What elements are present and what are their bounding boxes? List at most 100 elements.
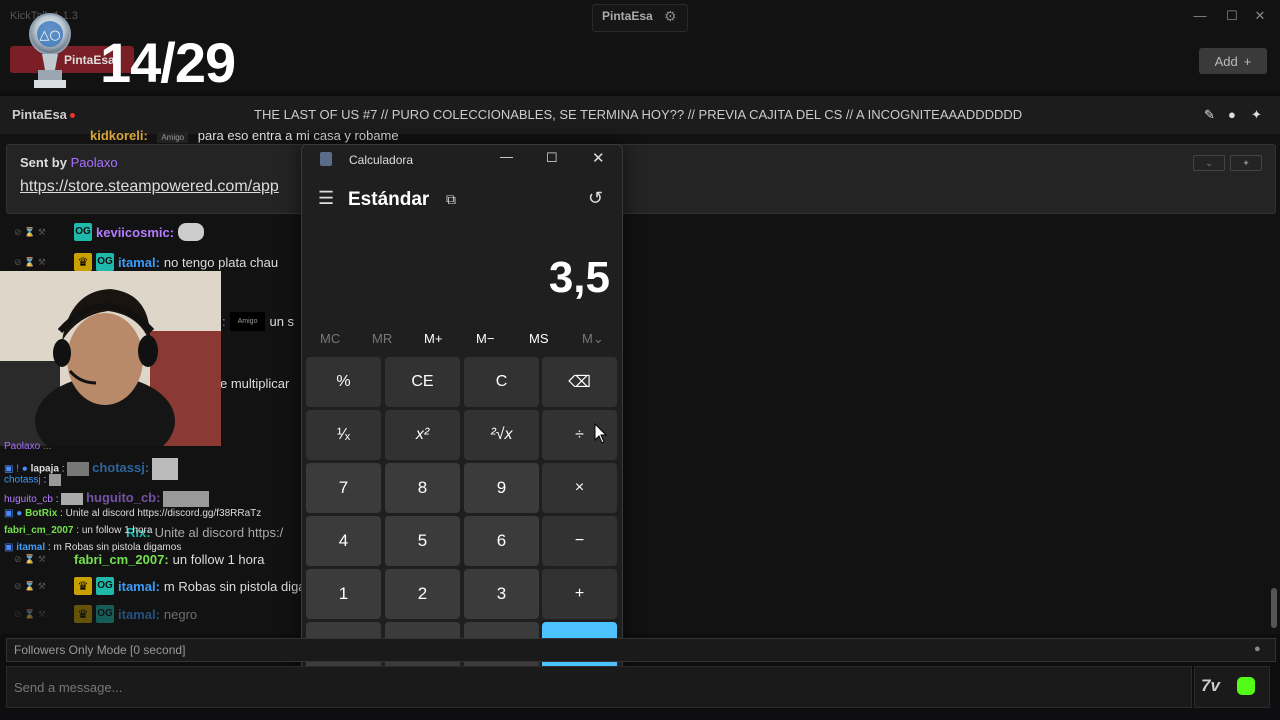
minimize-button[interactable]: — <box>500 149 513 164</box>
overlay-chat: Paolaxo ... ▣ ! ● lapaja : chotassj: cho… <box>0 441 300 557</box>
multiply-button[interactable]: × <box>542 463 617 513</box>
maximize-button[interactable]: ☐ <box>1222 8 1242 24</box>
mod-actions[interactable]: ⊘ ⌛ ⚒ <box>14 227 70 238</box>
overlay-chat-line: chotassj : <box>4 474 62 486</box>
add-button[interactable]: + <box>542 569 617 619</box>
user-icon[interactable]: ● <box>1228 107 1236 122</box>
followers-only-mode: Followers Only Mode [0 second] <box>14 643 186 657</box>
maximize-button[interactable]: ☐ <box>546 150 558 166</box>
digit-9-button[interactable]: 9 <box>464 463 539 513</box>
chat-text: m Robas sin pistola diga <box>163 578 306 594</box>
crown-badge: ♛ <box>74 605 92 623</box>
digit-7-button[interactable]: 7 <box>306 463 381 513</box>
crown-badge: ♛ <box>74 577 92 595</box>
live-indicator <box>70 113 75 118</box>
plus-icon: + <box>1243 53 1252 69</box>
memory-list-button[interactable]: M⌄ <box>582 331 604 347</box>
emote-icon <box>61 493 84 506</box>
calculator-mode: Estándar <box>348 189 430 210</box>
kick-emote-icon[interactable] <box>1237 677 1255 695</box>
overlay-chat-line: huguito_cb : huguito_cb: <box>4 490 210 508</box>
reciprocal-button[interactable]: ¹⁄ₓ <box>306 410 381 460</box>
chat-message: ⊘ ⌛ ⚒ ♛ OG itamal: no tengo plata chau <box>14 253 278 271</box>
digit-6-button[interactable]: 6 <box>464 516 539 566</box>
digit-5-button[interactable]: 5 <box>385 516 460 566</box>
chat-username[interactable]: itamal: <box>118 579 160 594</box>
message-input[interactable] <box>12 672 1186 702</box>
memory-clear-button[interactable]: MC <box>320 331 340 346</box>
chat-username[interactable]: itamal: <box>118 607 160 622</box>
chat-message: e multiplicar <box>220 376 289 391</box>
emote-icon <box>67 462 90 476</box>
7tv-emote-icon[interactable]: 7v <box>1201 676 1220 696</box>
digit-2-button[interactable]: 2 <box>385 569 460 619</box>
history-icon[interactable]: ↺ <box>588 188 603 209</box>
amigo-badge: Amigo <box>157 132 189 143</box>
digit-4-button[interactable]: 4 <box>306 516 381 566</box>
amigo-badge: Amigo <box>229 312 266 331</box>
mod-actions[interactable]: ⊘ ⌛ ⚒ <box>14 257 70 268</box>
info-icon[interactable]: ● <box>1254 643 1261 655</box>
add-button[interactable]: Add + <box>1199 48 1267 74</box>
chat-message: kidkoreli: Amigo para eso entra a mi cas… <box>90 128 399 143</box>
minimize-button[interactable]: — <box>1190 8 1210 24</box>
chat-message: ⊘ ⌛ ⚒ OG keviicosmic: <box>14 223 205 241</box>
hamburger-menu-icon[interactable]: ☰ <box>318 188 334 209</box>
overlay-chat-line: ▣ itamal : m Robas sin pistola digamos <box>4 542 182 553</box>
clear-entry-button[interactable]: CE <box>385 357 460 407</box>
gear-icon[interactable]: ⚙ <box>664 8 677 25</box>
close-button[interactable]: ✕ <box>592 149 605 167</box>
calculator-display: 3,5 <box>548 253 610 302</box>
emote-icon <box>163 491 210 508</box>
digit-1-button[interactable]: 1 <box>306 569 381 619</box>
chat-text: no tengo plata chau <box>163 254 279 270</box>
keep-on-top-icon[interactable]: ⧉ <box>446 191 456 208</box>
chat-message: : Amigo un s <box>222 312 295 331</box>
digit-8-button[interactable]: 8 <box>385 463 460 513</box>
memory-store-button[interactable]: MS <box>529 331 549 346</box>
calculator-window: Calculadora — ☐ ✕ ☰ Estándar ⧉ ↺ 3,5 MC … <box>301 144 623 676</box>
subtract-button[interactable]: − <box>542 516 617 566</box>
og-badge: OG <box>96 577 114 595</box>
clear-button[interactable]: C <box>464 357 539 407</box>
chat-mode-bar <box>6 638 1276 662</box>
square-root-button[interactable]: ²√x <box>464 410 539 460</box>
pushpin-icon[interactable]: ✦ <box>1251 107 1262 123</box>
chat-username[interactable]: itamal: <box>118 255 160 270</box>
chat-message: ⊘ ⌛ ⚒ ♛ OG itamal: negro <box>14 605 197 623</box>
overlay-chat-line: ▣ ● BotRix : Unite al discord https://di… <box>4 508 262 519</box>
chat-text: negro <box>163 606 198 622</box>
overlay-chat-line: Paolaxo ... <box>4 441 52 452</box>
unpin-icon[interactable]: ✦ <box>1230 155 1262 171</box>
percent-button[interactable]: % <box>306 357 381 407</box>
chat-text: un s <box>269 314 295 329</box>
webcam-feed <box>0 271 221 446</box>
trophy-counter: 14/29 <box>100 31 236 94</box>
pinned-link[interactable]: https://store.steampowered.com/app <box>20 178 279 196</box>
close-button[interactable]: ✕ <box>1250 8 1270 24</box>
memory-subtract-button[interactable]: M− <box>476 331 494 346</box>
emote-icon <box>49 474 62 486</box>
chevron-down-icon[interactable]: ⌄ <box>1193 155 1225 171</box>
memory-recall-button[interactable]: MR <box>372 331 392 346</box>
pinned-sender: Sent by Paolaxo <box>20 155 118 170</box>
memory-add-button[interactable]: M+ <box>424 331 442 346</box>
mod-actions[interactable]: ⊘ ⌛ ⚒ <box>14 581 70 592</box>
channel-name: PintaEsa <box>12 107 67 122</box>
chat-scrollbar[interactable] <box>1271 588 1277 628</box>
sent-by-user[interactable]: Paolaxo <box>71 155 118 170</box>
digit-3-button[interactable]: 3 <box>464 569 539 619</box>
chat-username[interactable]: keviicosmic: <box>96 225 174 240</box>
og-badge: OG <box>74 223 92 241</box>
emote-icon <box>178 223 205 241</box>
platinum-trophy-icon: △○ <box>29 13 71 88</box>
square-button[interactable]: x² <box>385 410 460 460</box>
chat-username[interactable]: kidkoreli: <box>90 128 148 143</box>
pin-icon[interactable]: ✎ <box>1204 107 1215 123</box>
mod-actions[interactable]: ⊘ ⌛ ⚒ <box>14 609 70 620</box>
chat-message: ⊘ ⌛ ⚒ ♛ OG itamal: m Robas sin pistola d… <box>14 577 306 595</box>
add-button-label: Add <box>1214 53 1238 69</box>
calculator-app-icon <box>320 152 332 166</box>
chat-text: para eso entra a mi casa y robame <box>197 128 399 143</box>
backspace-button[interactable]: ⌫ <box>542 357 617 407</box>
